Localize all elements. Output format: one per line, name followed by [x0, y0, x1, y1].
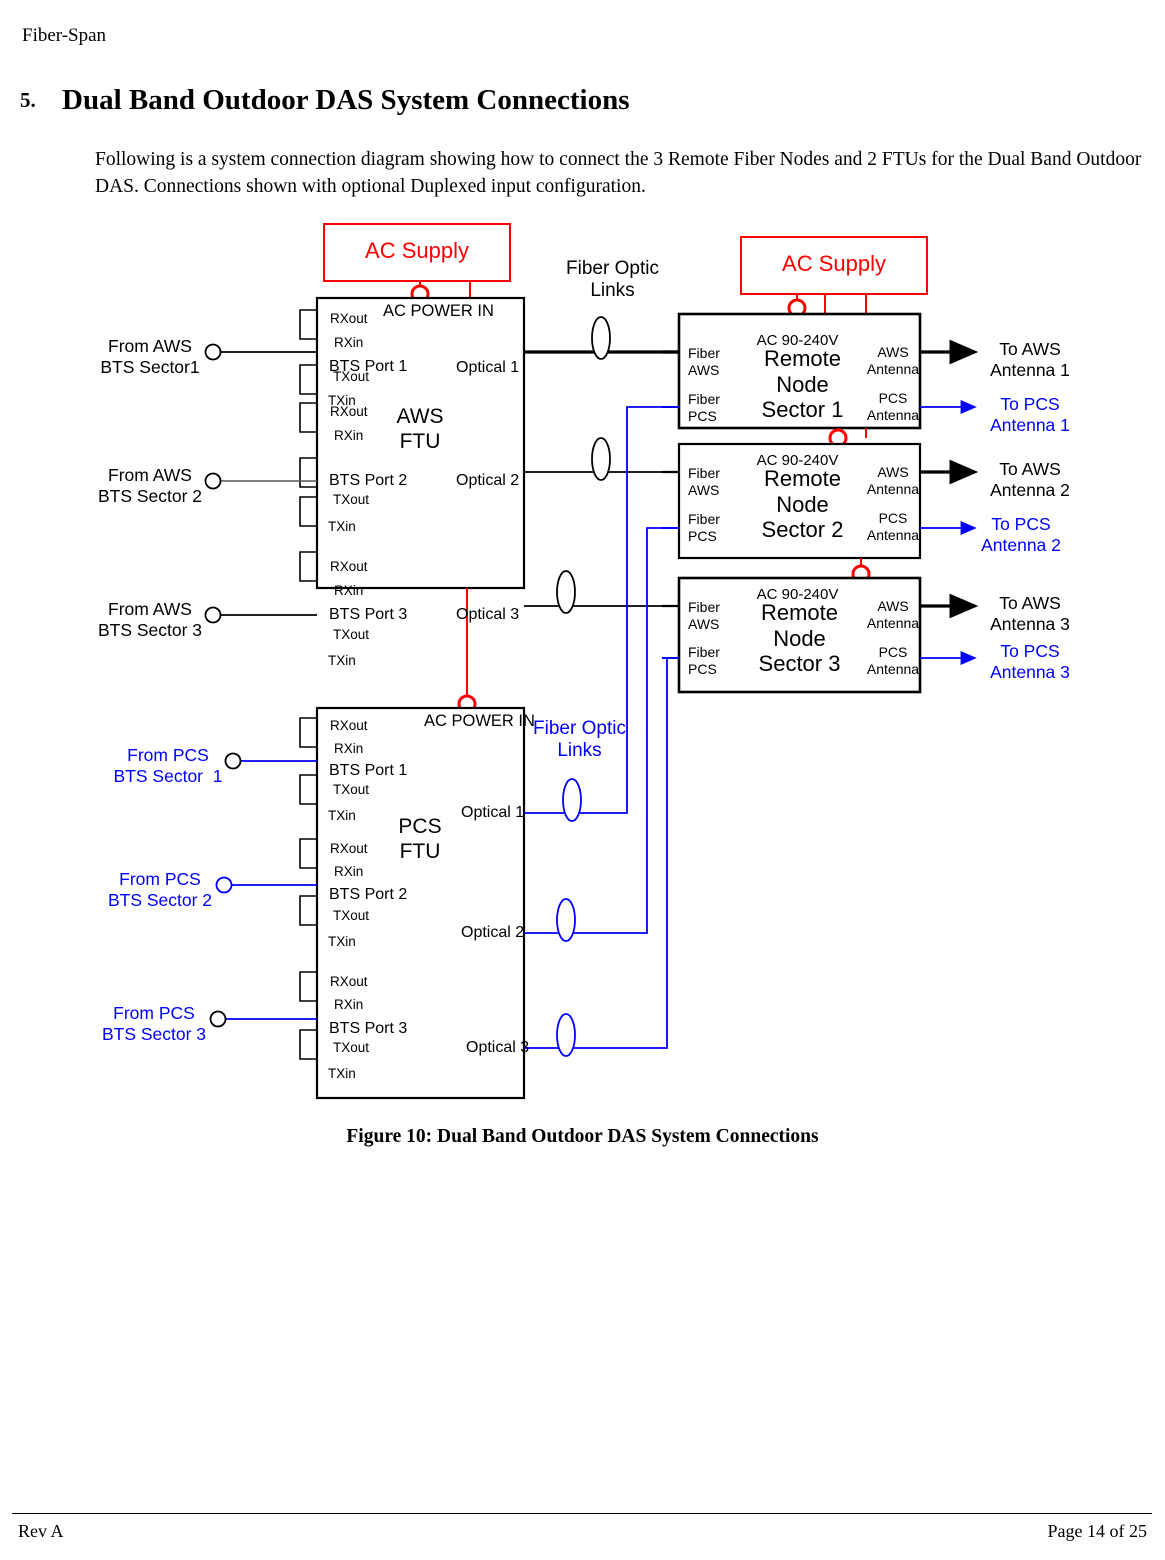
- aws-port3-txin-label: TXin: [328, 653, 356, 668]
- aws-port1-txout-label: TXout: [333, 369, 370, 384]
- to-aws-antenna-2-label: To AWS Antenna 2: [990, 459, 1070, 500]
- remote-node-3-pcs-antenna-port: PCS Antenna: [866, 644, 920, 677]
- to-aws-antenna-3-label: To AWS Antenna 3: [990, 593, 1070, 634]
- aws-port2-optical-label: Optical 2: [456, 472, 520, 489]
- to-aws-antenna-1-label: To AWS Antenna 1: [990, 339, 1070, 380]
- ac-supply-left-label: AC Supply: [365, 238, 469, 263]
- pcs-port3-txout-label: TXout: [333, 1040, 370, 1055]
- pcs-port2-name: BTS Port 2: [329, 886, 408, 903]
- remote-node-2-title: Remote Node Sector 2: [761, 466, 844, 543]
- remote-node-1-title: Remote Node Sector 1: [761, 346, 844, 423]
- remote-node-3-aws-antenna-port: AWS Antenna: [866, 598, 920, 631]
- pcs-port1-name: BTS Port 1: [329, 762, 408, 779]
- remote-node-2-aws-antenna-port: AWS Antenna: [866, 464, 920, 497]
- aws-port1-rxin-label: RXin: [334, 335, 364, 350]
- aws-port1-optical-label: Optical 1: [456, 359, 520, 376]
- pcs-port2-rxout-label: RXout: [330, 841, 368, 856]
- pcs-port3-rxin-label: RXin: [334, 997, 364, 1012]
- pcs-port3-rxout-label: RXout: [330, 974, 368, 989]
- aws-ftu-ac-power-in-label: AC POWER IN: [383, 302, 494, 320]
- pcs-port3-txin-label: TXin: [328, 1066, 356, 1081]
- aws-port2-name: BTS Port 2: [329, 472, 408, 489]
- aws-port3-rxout-label: RXout: [330, 559, 368, 574]
- remote-node-2-pcs-antenna-port: PCS Antenna: [866, 510, 920, 543]
- pcs-port2-rxin-label: RXin: [334, 864, 364, 879]
- pcs-port2-txin-label: TXin: [328, 934, 356, 949]
- pcs-port3-optical-label: Optical 3: [466, 1039, 530, 1056]
- remote-node-2-fiber-pcs-port: Fiber PCS: [688, 511, 720, 544]
- aws-port2-txin-label: TXin: [328, 519, 356, 534]
- aws-port3-name: BTS Port 3: [329, 606, 408, 623]
- remote-node-3-fiber-pcs-port: Fiber PCS: [688, 644, 720, 677]
- aws-port2-rxin-label: RXin: [334, 428, 364, 443]
- page-header-label: Fiber-Span: [22, 25, 107, 46]
- remote-node-2-fiber-aws-port: Fiber AWS: [688, 465, 720, 498]
- aws-port3-optical-label: Optical 3: [456, 606, 520, 623]
- figure-caption: Figure 10: Dual Band Outdoor DAS System …: [346, 1126, 819, 1147]
- pcs-ftu-ac-power-in-label: AC POWER IN: [424, 712, 535, 730]
- pcs-port1-rxin-label: RXin: [334, 741, 364, 756]
- ac-supply-right-graphic: [740, 236, 928, 318]
- aws-bts-input-3-label: From AWS BTS Sector 3: [97, 599, 203, 640]
- aws-port3-rxin-label: RXin: [334, 583, 364, 598]
- pcs-bts-input-3-label: From PCS BTS Sector 3: [101, 1003, 207, 1044]
- aws-bts-input-2-label: From AWS BTS Sector 2: [97, 465, 203, 506]
- intro-paragraph: Following is a system connection diagram…: [95, 149, 1142, 197]
- section-number: 5.: [20, 88, 36, 112]
- aws-ftu-title: AWS FTU: [396, 405, 444, 453]
- pcs-port1-rxout-label: RXout: [330, 718, 368, 733]
- aws-bts-input-1-label: From AWS BTS Sector1: [100, 336, 200, 377]
- pcs-ftu-title: PCS FTU: [398, 815, 442, 863]
- remote-node-1-fiber-aws-port: Fiber AWS: [688, 345, 720, 378]
- footer-page-number: Page 14 of 25: [1047, 1521, 1147, 1541]
- to-pcs-antenna-2-label: To PCS Antenna 2: [981, 514, 1061, 555]
- pcs-bts-input-1-label: From PCS BTS Sector 1: [113, 745, 223, 786]
- pcs-bts-input-2-label: From PCS BTS Sector 2: [107, 869, 213, 910]
- footer-divider: [12, 1513, 1152, 1514]
- footer-revision: Rev A: [18, 1521, 64, 1541]
- pcs-port1-txout-label: TXout: [333, 782, 370, 797]
- pcs-port1-optical-label: Optical 1: [461, 804, 525, 821]
- ac-supply-right-label: AC Supply: [782, 251, 886, 276]
- fiber-optic-links-top-label: Fiber Optic Links: [566, 258, 659, 301]
- pcs-port1-txin-label: TXin: [328, 808, 356, 823]
- remote-node-3-fiber-aws-port: Fiber AWS: [688, 599, 720, 632]
- to-pcs-antenna-3-label: To PCS Antenna 3: [990, 641, 1070, 682]
- system-connection-diagram: AC Supply AC Supply Fiber Optic Links Fi…: [0, 210, 1165, 1120]
- aws-port2-rxout-label: RXout: [330, 404, 368, 419]
- to-pcs-antenna-1-label: To PCS Antenna 1: [990, 394, 1070, 435]
- remote-node-1-pcs-antenna-port: PCS Antenna: [866, 390, 920, 423]
- remote-node-3-title: Remote Node Sector 3: [758, 600, 841, 677]
- aws-port2-txout-label: TXout: [333, 492, 370, 507]
- remote-node-1-fiber-pcs-port: Fiber PCS: [688, 391, 720, 424]
- pcs-port2-optical-label: Optical 2: [461, 924, 525, 941]
- aws-port3-txout-label: TXout: [333, 627, 370, 642]
- page-title: Dual Band Outdoor DAS System Connections: [62, 84, 630, 116]
- aws-fiber-links-graphic: [524, 316, 679, 614]
- remote-node-1-aws-antenna-port: AWS Antenna: [866, 344, 920, 377]
- pcs-port3-name: BTS Port 3: [329, 1020, 408, 1037]
- pcs-port2-txout-label: TXout: [333, 908, 370, 923]
- aws-port1-rxout-label: RXout: [330, 311, 368, 326]
